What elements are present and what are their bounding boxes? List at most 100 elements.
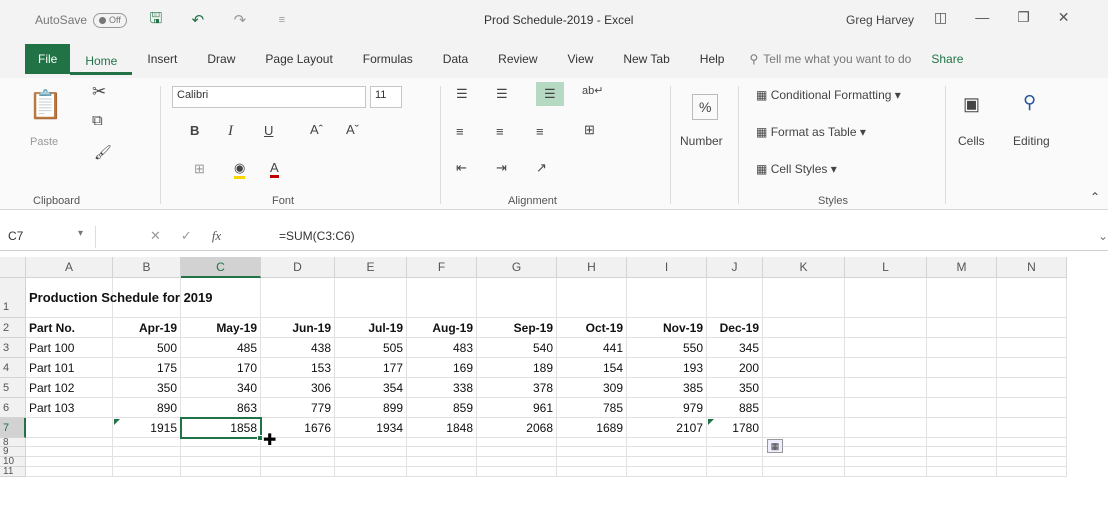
grid-cell[interactable] [335,438,407,447]
grid-cell[interactable] [763,358,845,378]
close-icon[interactable]: ✕ [1058,9,1070,26]
grid-cell[interactable] [707,278,763,318]
grid-cell[interactable] [997,318,1067,338]
header-cell[interactable]: Part No. [26,318,113,338]
header-cell[interactable]: Nov-19 [627,318,707,338]
tab-page-layout[interactable]: Page Layout [250,40,347,78]
column-header-j[interactable]: J [707,257,763,278]
insert-function-icon[interactable]: fx [212,228,221,244]
tab-home[interactable]: Home [70,43,133,75]
grid-cell[interactable] [997,418,1067,438]
header-cell[interactable]: Oct-19 [557,318,627,338]
ribbon-display-icon[interactable]: ◫ [934,9,947,26]
grid-cell[interactable] [763,378,845,398]
share-button[interactable]: Share [931,52,963,66]
tell-me-box[interactable]: ⚲ Tell me what you want to do [749,52,911,66]
grid-cell[interactable] [997,378,1067,398]
header-cell[interactable]: Jul-19 [335,318,407,338]
font-name-dropdown[interactable]: Calibri [172,86,366,108]
tab-draw[interactable]: Draw [192,40,250,78]
customize-qat-icon[interactable]: ≡ [269,14,295,26]
grid-cell[interactable] [927,447,997,457]
total-cell[interactable]: 1934 [335,418,407,438]
data-cell[interactable]: 961 [477,398,557,418]
grid-cell[interactable] [557,447,627,457]
grid-cell[interactable] [26,447,113,457]
copy-icon[interactable]: ⧉ [92,112,103,129]
data-cell[interactable]: 441 [557,338,627,358]
grid-cell[interactable] [627,457,707,467]
total-cell[interactable]: 1915 [113,418,181,438]
data-cell[interactable]: 890 [113,398,181,418]
grid-cell[interactable] [627,467,707,477]
grid-cell[interactable] [261,457,335,467]
row-header-3[interactable]: 3 [0,338,26,358]
tab-file[interactable]: File [25,44,71,74]
orientation-icon[interactable]: ↗ [536,160,547,176]
data-cell[interactable]: Part 102 [26,378,113,398]
data-cell[interactable]: 170 [181,358,261,378]
grid-cell[interactable] [261,467,335,477]
grid-cell[interactable] [997,457,1067,467]
grid-cell[interactable] [927,418,997,438]
tab-new-tab[interactable]: New Tab [608,40,684,78]
grid-cell[interactable] [927,318,997,338]
grid-cell[interactable] [763,418,845,438]
conditional-formatting-button[interactable]: ▦ Conditional Formatting ▾ [756,88,901,102]
cut-icon[interactable]: ✂ [92,82,106,102]
collapse-ribbon-icon[interactable]: ⌃ [1090,190,1100,204]
fill-color-icon[interactable]: ◉ [234,160,246,179]
column-header-g[interactable]: G [477,257,557,278]
redo-icon[interactable]: ↷ [227,11,253,29]
save-icon[interactable]: 🖫 [143,8,169,33]
grid-cell[interactable] [335,447,407,457]
column-header-f[interactable]: F [407,257,477,278]
grid-cell[interactable] [113,438,181,447]
header-cell[interactable]: Sep-19 [477,318,557,338]
grid-cell[interactable] [927,338,997,358]
grid-cell[interactable] [113,457,181,467]
paste-icon[interactable]: 📋 [28,88,63,121]
grid-cell[interactable] [927,457,997,467]
header-cell[interactable]: Aug-19 [407,318,477,338]
user-name[interactable]: Greg Harvey [846,13,914,27]
paste-label[interactable]: Paste [30,136,58,148]
data-cell[interactable]: 189 [477,358,557,378]
data-cell[interactable]: 979 [627,398,707,418]
data-cell[interactable]: 483 [407,338,477,358]
grid-cell[interactable] [845,467,927,477]
cancel-icon[interactable]: ✕ [150,228,161,244]
number-label[interactable]: Number [680,134,723,148]
data-cell[interactable]: 338 [407,378,477,398]
grid-cell[interactable] [997,398,1067,418]
grid-cell[interactable] [997,447,1067,457]
grid-cell[interactable] [627,438,707,447]
number-format-icon[interactable]: % [692,94,719,120]
grid-cell[interactable] [927,467,997,477]
grid-cell[interactable] [407,278,477,318]
data-cell[interactable]: 885 [707,398,763,418]
minimize-icon[interactable]: — [975,9,989,26]
data-cell[interactable]: 899 [335,398,407,418]
data-cell[interactable]: 309 [557,378,627,398]
select-all-corner[interactable] [0,257,26,278]
grid-cell[interactable] [707,467,763,477]
align-bottom-icon[interactable]: ☰ [536,82,564,106]
tab-data[interactable]: Data [428,40,483,78]
data-cell[interactable]: 154 [557,358,627,378]
grid-cell[interactable] [707,447,763,457]
data-cell[interactable]: 859 [407,398,477,418]
cells-icon[interactable]: ▣ [963,94,980,115]
data-cell[interactable]: 177 [335,358,407,378]
grid-cell[interactable] [335,457,407,467]
tab-review[interactable]: Review [483,40,552,78]
total-cell[interactable]: 2107 [627,418,707,438]
column-header-i[interactable]: I [627,257,707,278]
header-cell[interactable]: Jun-19 [261,318,335,338]
font-size-dropdown[interactable]: 11 [370,86,402,108]
data-cell[interactable]: 354 [335,378,407,398]
align-right-icon[interactable]: ≡ [536,124,544,139]
editing-button[interactable]: Editing [1013,134,1050,148]
grid-cell[interactable] [113,467,181,477]
sheet-title[interactable]: Production Schedule for 2019 [26,288,216,308]
